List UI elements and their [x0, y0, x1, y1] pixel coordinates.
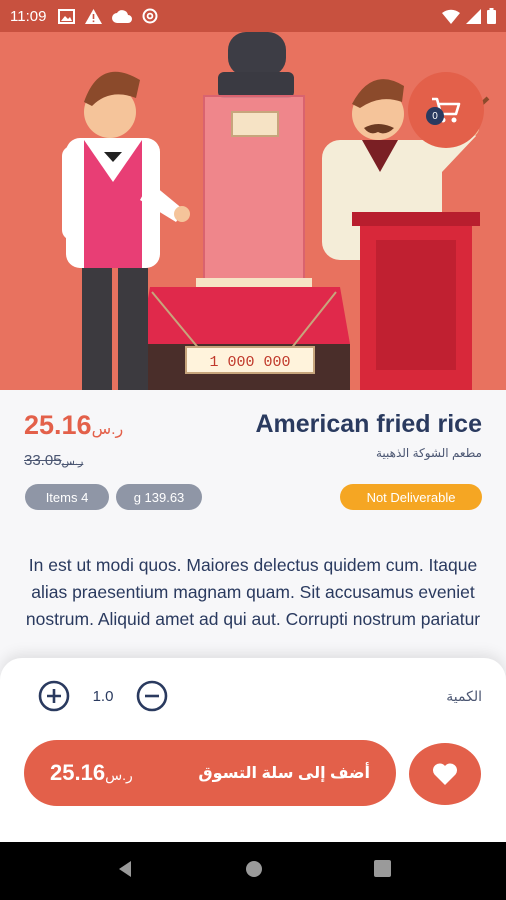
system-nav-bar — [0, 842, 506, 900]
signal-icon — [466, 8, 481, 24]
price-value: 25.16 — [24, 410, 92, 440]
home-icon — [246, 860, 263, 877]
old-price: ر.س33.05 — [24, 452, 83, 469]
gallery-icon — [58, 8, 76, 24]
back-button[interactable] — [115, 859, 135, 884]
at-icon — [142, 8, 158, 24]
add-to-cart-price-value: 25.16 — [50, 760, 106, 785]
cart-button[interactable]: 0 — [408, 72, 484, 148]
status-bar: 11:09 — [0, 0, 506, 32]
delivery-status-badge: Not Deliverable — [340, 484, 482, 510]
cart-count-badge: 0 — [426, 107, 444, 125]
wifi-icon — [442, 9, 460, 24]
battery-icon — [487, 8, 496, 24]
price-currency: ر.س — [91, 421, 124, 438]
order-panel: الكمية 1.0 ر.س25.16 أضف إلى سلة التسوق — [0, 658, 506, 842]
warning-icon — [85, 8, 103, 24]
product-title: American fried rice — [255, 410, 483, 438]
add-circle-icon — [38, 680, 70, 712]
home-button[interactable] — [245, 860, 263, 883]
product-description: In est ut modi quos. Maiores delectus qu… — [25, 555, 481, 629]
quantity-label: الكمية — [446, 688, 482, 704]
status-time: 11:09 — [10, 7, 47, 25]
items-count-pill: Items 4 — [25, 484, 109, 510]
add-to-cart-button[interactable]: ر.س25.16 أضف إلى سلة التسوق — [24, 740, 396, 806]
restaurant-name: مطعم الشوكة الذهبية — [375, 446, 482, 460]
cloud-icon — [112, 9, 133, 23]
weight-pill: g 139.63 — [116, 484, 202, 510]
add-to-cart-currency: ر.س — [105, 767, 133, 783]
decrease-quantity-button[interactable] — [136, 680, 168, 712]
old-price-value: 33.05 — [24, 452, 62, 469]
price-tag-text: 1 000 000 — [209, 354, 290, 371]
favorite-button[interactable] — [409, 743, 481, 805]
quantity-value: 1.0 — [92, 687, 114, 705]
heart-icon — [432, 763, 458, 785]
quantity-stepper: 1.0 — [38, 680, 168, 712]
product-details: American fried rice مطعم الشوكة الذهبية … — [0, 390, 506, 660]
old-price-currency: ر.س — [61, 456, 84, 468]
recents-icon — [373, 860, 391, 877]
remove-circle-icon — [136, 680, 168, 712]
product-image: 1 000 000 0 — [0, 32, 506, 390]
add-to-cart-price: ر.س25.16 — [50, 760, 133, 786]
add-to-cart-label: أضف إلى سلة التسوق — [198, 765, 370, 782]
recents-button[interactable] — [373, 860, 391, 882]
increase-quantity-button[interactable] — [38, 680, 70, 712]
product-price: ر.س25.16 — [24, 410, 123, 441]
back-icon — [119, 860, 132, 877]
